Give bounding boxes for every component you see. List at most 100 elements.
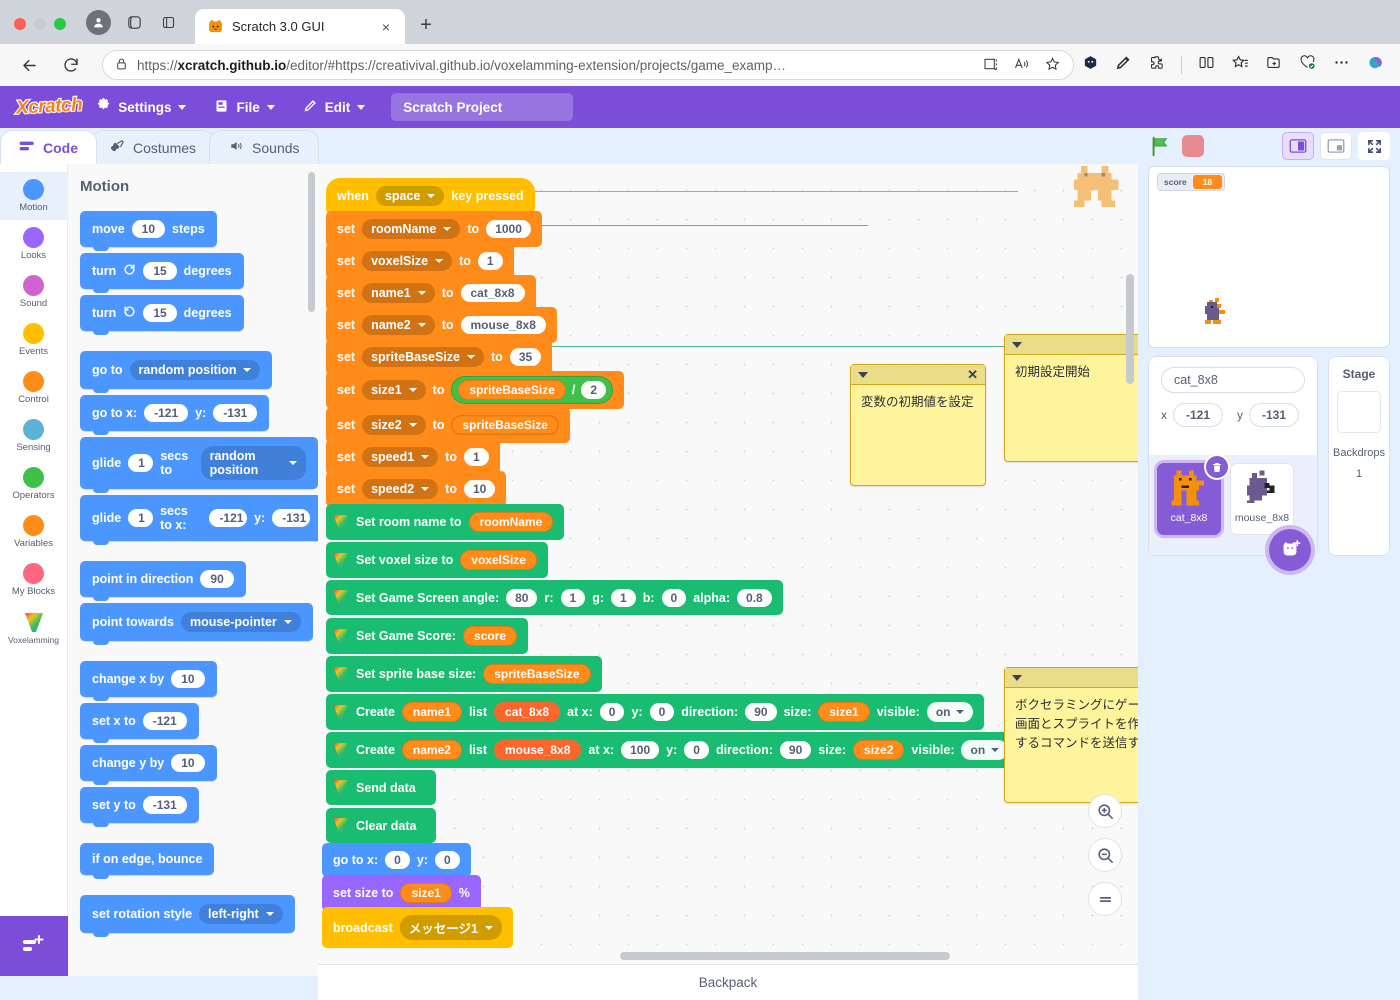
- category-looks[interactable]: Looks: [0, 220, 68, 268]
- menu-settings[interactable]: Settings: [82, 86, 200, 128]
- comment-text[interactable]: 初期設定開始: [1005, 355, 1138, 390]
- copilot-icon[interactable]: [1082, 54, 1099, 76]
- category-my-blocks[interactable]: My Blocks: [0, 556, 68, 604]
- variable-reporter[interactable]: name2: [401, 740, 462, 760]
- maximize-window-button[interactable]: [54, 18, 66, 30]
- comment-header[interactable]: ✕: [1005, 335, 1138, 355]
- palette-block-move[interactable]: move 10 steps: [80, 211, 217, 251]
- close-icon[interactable]: ✕: [967, 368, 978, 381]
- block-input[interactable]: -121: [142, 712, 187, 730]
- block-input[interactable]: 100: [621, 741, 660, 759]
- block-input[interactable]: 1: [611, 588, 636, 607]
- close-tab-button[interactable]: ×: [377, 18, 395, 36]
- block-set-speed2[interactable]: set speed2 to 10: [326, 471, 507, 507]
- palette-block-change-y[interactable]: change y by 10: [80, 745, 217, 785]
- collections-icon[interactable]: [1265, 54, 1282, 76]
- category-control[interactable]: Control: [0, 364, 68, 412]
- variable-dropdown[interactable]: roomName: [362, 219, 461, 239]
- workspaces-icon[interactable]: [121, 9, 147, 35]
- comment-header[interactable]: ✕: [851, 365, 985, 385]
- block-input[interactable]: -131: [272, 509, 310, 527]
- comment-init-start[interactable]: ✕ 初期設定開始: [1004, 334, 1138, 462]
- backpack-bar[interactable]: Backpack: [318, 964, 1138, 1000]
- favorites-icon[interactable]: [1231, 54, 1249, 76]
- new-tab-button[interactable]: +: [413, 12, 439, 38]
- split-screen-icon[interactable]: [983, 56, 999, 75]
- variable-reporter[interactable]: score: [463, 626, 518, 646]
- block-palette[interactable]: Motion move 10 steps turn 15 degrees tur…: [68, 164, 318, 976]
- variable-monitor-score[interactable]: score 18: [1157, 173, 1226, 191]
- chevron-down-icon[interactable]: [858, 371, 868, 378]
- sprite-name-input[interactable]: cat_8x8: [1161, 367, 1305, 393]
- stop-button-icon[interactable]: [1182, 135, 1204, 157]
- palette-block-change-x[interactable]: change x by 10: [80, 661, 217, 701]
- block-broadcast[interactable]: broadcast メッセージ1: [322, 907, 513, 948]
- palette-block-turn-left[interactable]: turn 15 degrees: [80, 295, 244, 335]
- key-dropdown[interactable]: space: [375, 186, 445, 206]
- block-set-size[interactable]: set size to size1 %: [322, 875, 481, 911]
- copilot-sidebar-icon[interactable]: [1366, 53, 1386, 78]
- chevron-down-icon[interactable]: [1012, 341, 1022, 348]
- category-sensing[interactable]: Sensing: [0, 412, 68, 460]
- sprite-item-cat[interactable]: cat_8x8: [1157, 456, 1228, 535]
- add-sprite-button[interactable]: [1269, 529, 1311, 571]
- split-view-icon[interactable]: [1198, 54, 1215, 76]
- workspace-horizontal-scrollbar[interactable]: [620, 952, 950, 960]
- extensions-icon[interactable]: [1148, 54, 1165, 76]
- xcratch-logo[interactable]: Xcratch: [14, 93, 83, 120]
- zoom-in-button[interactable]: [1088, 794, 1122, 828]
- block-clear-data[interactable]: Clear data: [326, 808, 437, 843]
- palette-block-set-y[interactable]: set y to -131: [80, 787, 199, 827]
- block-input[interactable]: 1000: [486, 220, 531, 238]
- reload-icon[interactable]: [56, 50, 86, 80]
- message-dropdown[interactable]: メッセージ1: [399, 915, 502, 940]
- tab-actions-icon[interactable]: [155, 9, 181, 35]
- block-create-sprite-1[interactable]: Create name1 list cat_8x8 at x: 0 y: 0 d…: [326, 694, 985, 730]
- block-set-speed1[interactable]: set speed1 to 1: [326, 439, 500, 475]
- palette-block-goto[interactable]: go to random position: [80, 351, 273, 393]
- delete-sprite-button[interactable]: [1206, 456, 1228, 478]
- green-flag-icon[interactable]: [1148, 135, 1172, 157]
- block-input[interactable]: 0: [434, 851, 460, 869]
- block-input[interactable]: -121: [144, 404, 189, 422]
- minimize-window-button[interactable]: [34, 18, 46, 30]
- comment-voxelamming[interactable]: ✕ ボクセラミングにゲーム画面とスプライトを作成するコマンドを送信する: [1004, 667, 1138, 803]
- block-set-voxelsize[interactable]: set voxelSize to 1: [326, 243, 514, 279]
- block-set-size2[interactable]: set size2 to spriteBaseSize: [326, 407, 570, 443]
- url-input[interactable]: https://xcratch.github.io/editor/#https:…: [102, 50, 1074, 80]
- block-input[interactable]: 1: [560, 588, 586, 607]
- variable-dropdown[interactable]: name1: [362, 283, 435, 303]
- backdrop-thumbnail[interactable]: [1337, 391, 1381, 433]
- block-input[interactable]: 90: [745, 703, 777, 721]
- small-stage-button[interactable]: [1282, 132, 1314, 160]
- stage-sprite-mouse[interactable]: [1199, 298, 1233, 330]
- category-events[interactable]: Events: [0, 316, 68, 364]
- variable-dropdown[interactable]: spriteBaseSize: [362, 347, 485, 367]
- menu-edit[interactable]: Edit: [289, 86, 380, 128]
- palette-scrollbar[interactable]: [308, 172, 315, 312]
- block-set-room-name[interactable]: Set room name to roomName: [326, 504, 565, 540]
- block-input[interactable]: 0.8: [737, 588, 772, 607]
- block-input[interactable]: 0: [385, 851, 410, 869]
- more-icon[interactable]: [1333, 54, 1350, 76]
- palette-block-set-x[interactable]: set x to -121: [80, 703, 199, 743]
- palette-block-point-towards[interactable]: point towards mouse-pointer: [80, 603, 313, 645]
- block-input[interactable]: 0: [599, 703, 625, 721]
- block-input[interactable]: 90: [779, 741, 812, 759]
- block-input[interactable]: 1: [463, 448, 489, 466]
- block-set-voxel-size[interactable]: Set voxel size to voxelSize: [326, 542, 548, 578]
- category-voxelamming[interactable]: Voxelamming: [0, 604, 68, 652]
- block-set-size1[interactable]: set size1 to spriteBaseSize / 2: [326, 371, 625, 409]
- browser-essentials-icon[interactable]: [1298, 54, 1317, 76]
- close-window-button[interactable]: [14, 18, 26, 30]
- block-set-game-screen[interactable]: Set Game Screen angle: 80 r: 1 g: 1 b: 0…: [326, 580, 783, 615]
- block-input[interactable]: 15: [143, 262, 177, 280]
- variable-reporter[interactable]: size1: [818, 702, 870, 722]
- block-dropdown[interactable]: left-right: [199, 904, 283, 924]
- variable-reporter[interactable]: name1: [401, 702, 462, 722]
- profile-avatar[interactable]: [86, 10, 111, 35]
- stage-selector-panel[interactable]: Stage Backdrops 1: [1328, 356, 1390, 556]
- add-extension-button[interactable]: [0, 916, 68, 976]
- variable-reporter[interactable]: size1: [400, 883, 452, 903]
- sprite-item-mouse[interactable]: mouse_8x8: [1230, 463, 1294, 535]
